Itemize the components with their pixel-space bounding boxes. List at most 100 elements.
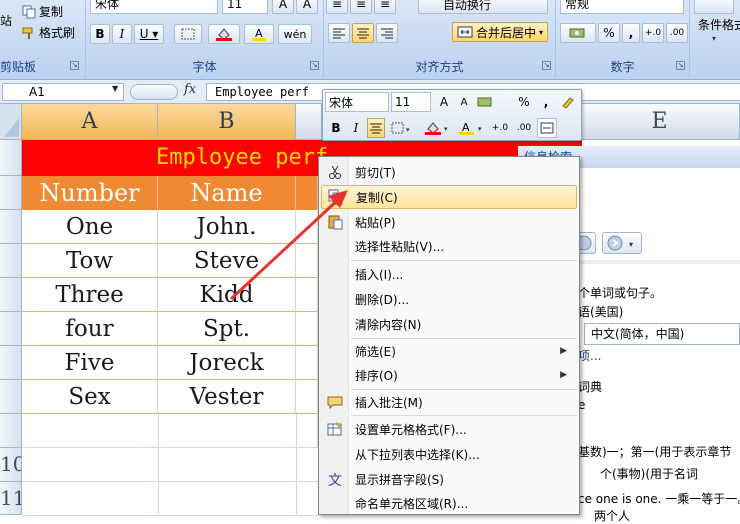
font-launcher-icon[interactable]: ↘ bbox=[310, 61, 319, 70]
insert-function-button[interactable]: fx bbox=[184, 82, 196, 97]
header-cell-number[interactable]: Number bbox=[22, 176, 158, 210]
menu-item-show-phonetic[interactable]: 文 显示拼音字段(S) bbox=[321, 467, 577, 491]
table-cell[interactable] bbox=[296, 312, 318, 346]
decrease-indent-button[interactable] bbox=[404, 23, 414, 43]
align-top-button[interactable]: ≡ bbox=[326, 0, 348, 14]
borders-button[interactable] bbox=[174, 24, 202, 44]
align-left-button[interactable] bbox=[328, 23, 350, 43]
table-cell[interactable] bbox=[296, 210, 318, 244]
table-cell[interactable]: One bbox=[22, 210, 158, 244]
column-header-e[interactable]: E bbox=[580, 104, 740, 140]
align-middle-button[interactable]: ≡ bbox=[350, 0, 372, 14]
menu-item-sort[interactable]: 排序(O) ▶ bbox=[321, 363, 577, 387]
translate-from-language[interactable]: 语(美国) bbox=[578, 303, 623, 320]
format-painter-button[interactable]: 格式刷 bbox=[22, 24, 75, 41]
row-header-3[interactable] bbox=[0, 210, 22, 244]
menu-item-delete[interactable]: 删除(D)... bbox=[321, 287, 577, 311]
mini-font-name-combo[interactable]: 宋体 bbox=[325, 92, 389, 112]
mini-font-size-combo[interactable]: 11 bbox=[391, 92, 431, 112]
translate-to-combo[interactable]: 中文(简体，中国) bbox=[584, 323, 740, 345]
menu-item-paste[interactable]: 粘贴(P) bbox=[321, 210, 577, 234]
table-cell[interactable] bbox=[296, 244, 318, 278]
row-header-1[interactable]: 1 bbox=[0, 140, 22, 176]
align-right-button[interactable] bbox=[376, 23, 398, 43]
menu-item-clear-contents[interactable]: 清除内容(N) bbox=[321, 312, 577, 336]
wrap-text-button[interactable]: 自动换行 bbox=[418, 0, 548, 14]
table-cell[interactable]: Joreck bbox=[158, 346, 296, 380]
shrink-font-button[interactable]: A bbox=[296, 0, 318, 14]
mini-fill-color-button[interactable]: ▾ bbox=[423, 118, 453, 138]
column-header-b[interactable]: B bbox=[158, 104, 296, 140]
header-cell-name[interactable]: Name bbox=[158, 176, 296, 210]
paste-button-label[interactable]: 站 bbox=[0, 12, 12, 29]
percent-button[interactable]: % bbox=[598, 23, 620, 43]
table-cell[interactable]: Vester bbox=[158, 380, 296, 414]
formula-bar-resize-handle[interactable] bbox=[130, 84, 178, 100]
menu-item-paste-special[interactable]: 选择性粘贴(V)... bbox=[321, 234, 577, 258]
empty-row[interactable] bbox=[22, 414, 318, 448]
underline-button[interactable]: U ▾ bbox=[134, 24, 164, 44]
mini-format-painter-button[interactable] bbox=[559, 92, 577, 112]
align-bottom-button[interactable]: ≡ bbox=[374, 0, 396, 14]
mini-decrease-decimal-button[interactable]: .00 bbox=[515, 118, 533, 138]
mini-percent-button[interactable]: % bbox=[515, 92, 533, 112]
alignment-launcher-icon[interactable]: ↘ bbox=[542, 61, 551, 70]
table-cell[interactable]: Spt. bbox=[158, 312, 296, 346]
name-box[interactable]: A1 bbox=[2, 83, 124, 101]
decrease-decimal-button[interactable]: .00 bbox=[666, 23, 688, 43]
menu-item-format-cells[interactable]: 设置单元格格式(F)... bbox=[321, 417, 577, 441]
number-format-combo[interactable]: 常规 bbox=[560, 0, 684, 14]
row-header-4[interactable] bbox=[0, 244, 22, 278]
menu-item-insert[interactable]: 插入(I)... bbox=[321, 262, 577, 286]
menu-item-filter[interactable]: 筛选(E) ▶ bbox=[321, 339, 577, 363]
row-header-7[interactable] bbox=[0, 346, 22, 380]
menu-item-define-name[interactable]: 命名单元格区域(R)... bbox=[321, 491, 577, 515]
menu-item-pick-from-list[interactable]: 从下拉列表中选择(K)... bbox=[321, 442, 577, 466]
table-cell[interactable]: four bbox=[22, 312, 158, 346]
table-cell[interactable]: Tow bbox=[22, 244, 158, 278]
row-header-9[interactable] bbox=[0, 414, 22, 448]
mini-bold-button[interactable]: B bbox=[327, 118, 345, 138]
font-size-combo[interactable]: 11 bbox=[222, 0, 268, 14]
row-header-6[interactable] bbox=[0, 312, 22, 346]
mini-merge-button[interactable] bbox=[537, 118, 557, 138]
empty-row[interactable] bbox=[22, 448, 318, 482]
mini-italic-button[interactable]: I bbox=[347, 118, 365, 138]
table-cell[interactable] bbox=[296, 346, 318, 380]
table-cell[interactable]: John. bbox=[158, 210, 296, 244]
mini-borders-button[interactable]: ▾ bbox=[389, 118, 415, 138]
grow-font-button[interactable]: A bbox=[272, 0, 294, 14]
mini-currency-button[interactable] bbox=[477, 92, 495, 112]
table-cell[interactable]: Steve bbox=[158, 244, 296, 278]
conditional-format-button[interactable]: 条件格式 bbox=[698, 16, 740, 33]
mini-font-color-button[interactable]: A ▾ bbox=[457, 118, 487, 138]
mini-increase-decimal-button[interactable]: +.0 bbox=[491, 118, 509, 138]
font-color-button[interactable]: A bbox=[244, 24, 274, 44]
menu-item-cut[interactable]: 剪切(T) bbox=[321, 160, 577, 184]
menu-item-insert-comment[interactable]: 插入批注(M) bbox=[321, 390, 577, 414]
column-header-c[interactable] bbox=[296, 104, 322, 140]
increase-decimal-button[interactable]: +.0 bbox=[642, 23, 664, 43]
column-header-a[interactable]: A bbox=[22, 104, 158, 140]
name-box-dropdown-icon[interactable]: ▼ bbox=[112, 84, 118, 93]
row-header-8[interactable] bbox=[0, 380, 22, 414]
header-cell-c[interactable] bbox=[296, 176, 318, 210]
mini-shrink-font-button[interactable]: A bbox=[455, 92, 473, 112]
table-cell[interactable]: Kidd bbox=[158, 278, 296, 312]
menu-item-copy[interactable]: 复制(C) bbox=[321, 185, 577, 209]
align-center-button[interactable] bbox=[352, 23, 374, 43]
mini-comma-button[interactable]: , bbox=[537, 92, 555, 112]
bold-button[interactable]: B bbox=[90, 24, 110, 44]
select-all-corner[interactable] bbox=[0, 104, 22, 140]
table-cell[interactable]: Three bbox=[22, 278, 158, 312]
font-name-combo[interactable]: 宋体 bbox=[90, 0, 218, 14]
phonetic-button[interactable]: wén bbox=[278, 24, 312, 44]
row-header-11[interactable]: 11 bbox=[0, 482, 22, 515]
clipboard-launcher-icon[interactable]: ↘ bbox=[70, 61, 79, 70]
mini-center-button[interactable] bbox=[367, 118, 385, 138]
italic-button[interactable]: I bbox=[112, 24, 132, 44]
fill-color-button[interactable] bbox=[208, 24, 240, 44]
table-cell[interactable]: Sex bbox=[22, 380, 158, 414]
row-header-5[interactable] bbox=[0, 278, 22, 312]
mini-grow-font-button[interactable]: A bbox=[435, 92, 453, 112]
